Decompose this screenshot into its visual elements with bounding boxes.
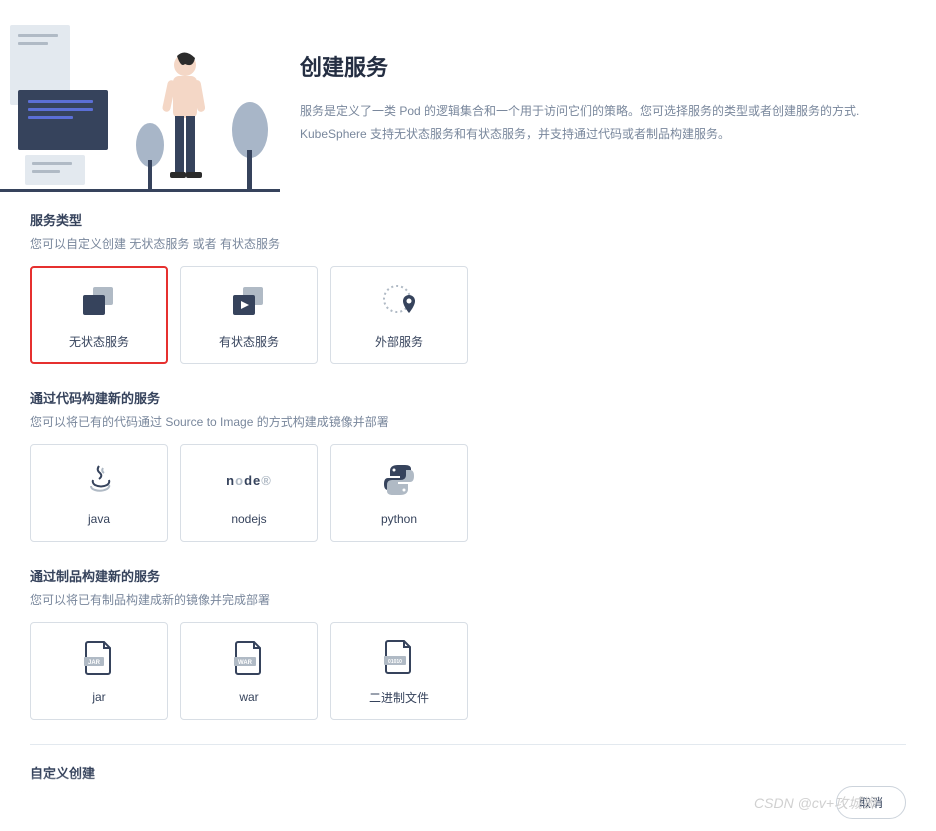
card-label: 二进制文件 <box>369 689 429 706</box>
nodejs-icon: node® <box>229 460 269 500</box>
cancel-button[interactable]: 取消 <box>836 786 906 819</box>
card-external-service[interactable]: 外部服务 <box>330 266 468 364</box>
jar-file-icon: JAR <box>79 638 119 678</box>
footer: 取消 <box>0 774 936 831</box>
globe-pin-icon <box>379 281 419 321</box>
page-desc-2: KubeSphere 支持无状态服务和有状态服务，并支持通过代码或者制品构建服务… <box>300 123 906 146</box>
play-layers-icon <box>229 281 269 321</box>
section-desc: 您可以自定义创建 无状态服务 或者 有状态服务 <box>30 235 906 252</box>
svg-text:01010: 01010 <box>388 659 402 665</box>
section-desc: 您可以将已有的代码通过 Source to Image 的方式构建成镜像并部署 <box>30 413 906 430</box>
card-label: 无状态服务 <box>69 333 129 350</box>
card-label: nodejs <box>231 512 266 526</box>
binary-file-icon: 01010 <box>379 637 419 677</box>
section-service-type: 服务类型 您可以自定义创建 无状态服务 或者 有状态服务 无状态服务 有状态服务… <box>30 210 906 364</box>
page-desc-1: 服务是定义了一类 Pod 的逻辑集合和一个用于访问它们的策略。您可选择服务的类型… <box>300 100 906 123</box>
section-title: 服务类型 <box>30 210 906 229</box>
page-header: 创建服务 服务是定义了一类 Pod 的逻辑集合和一个用于访问它们的策略。您可选择… <box>0 0 936 210</box>
page-title: 创建服务 <box>300 50 906 82</box>
tree-icon <box>225 100 275 190</box>
card-label: 有状态服务 <box>219 333 279 350</box>
war-file-icon: WAR <box>229 638 269 678</box>
section-build-from-artifact: 通过制品构建新的服务 您可以将已有制品构建成新的镜像并完成部署 JAR jar … <box>30 566 906 720</box>
card-stateful-service[interactable]: 有状态服务 <box>180 266 318 364</box>
layers-icon <box>79 281 119 321</box>
section-build-from-code: 通过代码构建新的服务 您可以将已有的代码通过 Source to Image 的… <box>30 388 906 542</box>
card-label: python <box>381 512 417 526</box>
section-title: 通过代码构建新的服务 <box>30 388 906 407</box>
card-label: jar <box>92 690 105 704</box>
card-label: war <box>239 690 258 704</box>
svg-text:WAR: WAR <box>238 660 253 666</box>
section-desc: 您可以将已有制品构建成新的镜像并完成部署 <box>30 591 906 608</box>
header-illustration <box>0 20 280 190</box>
card-label: 外部服务 <box>375 333 423 350</box>
card-stateless-service[interactable]: 无状态服务 <box>30 266 168 364</box>
card-jar[interactable]: JAR jar <box>30 622 168 720</box>
card-label: java <box>88 512 110 526</box>
person-icon <box>155 50 215 190</box>
python-icon <box>379 460 419 500</box>
card-war[interactable]: WAR war <box>180 622 318 720</box>
card-nodejs[interactable]: node® nodejs <box>180 444 318 542</box>
java-icon <box>79 460 119 500</box>
svg-text:JAR: JAR <box>88 660 101 666</box>
card-python[interactable]: python <box>330 444 468 542</box>
card-java[interactable]: java <box>30 444 168 542</box>
section-title: 通过制品构建新的服务 <box>30 566 906 585</box>
card-binary[interactable]: 01010 二进制文件 <box>330 622 468 720</box>
